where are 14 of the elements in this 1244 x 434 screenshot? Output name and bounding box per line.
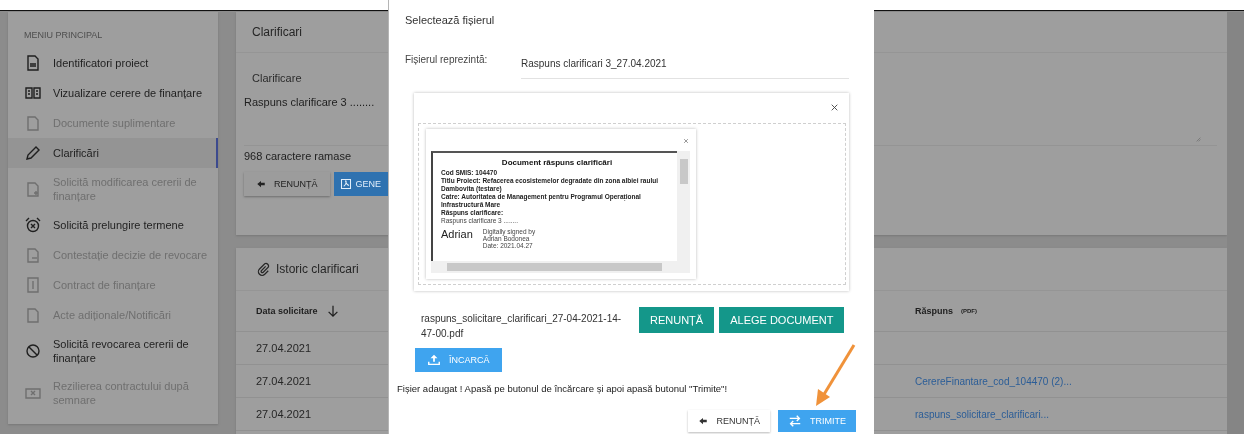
signature-name: Adrian <box>441 228 473 240</box>
status-message: Fișier adaugat ! Apasă pe butonul de încărcare și apoi apasă butonul "Trimite"! <box>397 383 729 394</box>
card-title: Istoric clarificari <box>276 262 359 276</box>
dialog-title: Selectează fișierul <box>405 14 496 26</box>
field-label: Fișierul reprezintă: <box>405 54 489 65</box>
menu-heading: MENIU PRINCIPAL <box>23 30 104 40</box>
table-cell-text: 27.04.2021 <box>256 375 313 387</box>
character-counter: 968 caractere ramase <box>244 150 352 162</box>
field-label: Clarificare <box>251 72 303 84</box>
table-cell-text: 27.04.2021 <box>256 342 313 354</box>
text-value: Raspuns clarificare 3 ........ <box>244 96 375 108</box>
table-cell-text: 27.04.2021 <box>256 408 313 420</box>
document-title: Document răspuns clarificări <box>500 158 614 167</box>
file-name: raspuns_solicitare_clarificari_27-04-2021-14-47-00.pdf <box>420 312 623 341</box>
